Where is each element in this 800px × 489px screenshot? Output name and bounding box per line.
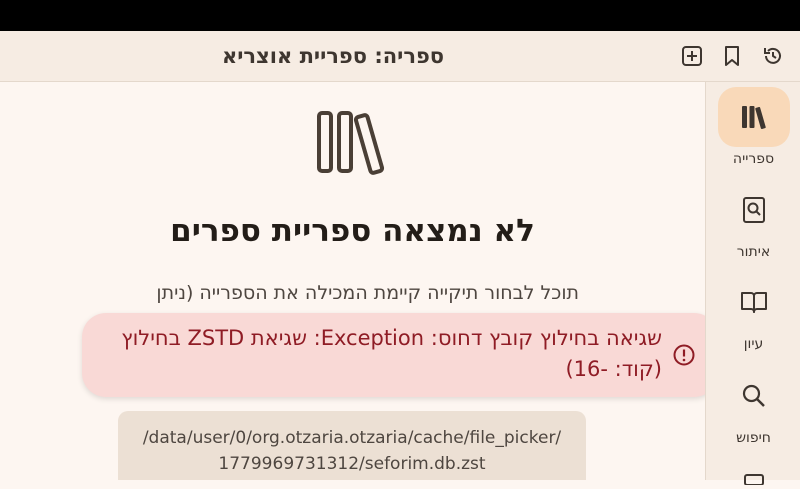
add-button[interactable] xyxy=(676,40,708,72)
history-icon xyxy=(764,47,781,64)
nav-label-study: עיון xyxy=(743,336,764,352)
file-path-box: /data/user/0/org.otzaria.otzaria/cache/f… xyxy=(118,411,586,480)
nav-item-search[interactable]: חיפוש xyxy=(706,366,800,446)
find-book-icon xyxy=(742,197,765,223)
app-bar: ספריה: ספריית אוצריא xyxy=(0,31,800,82)
empty-library-heading: לא נמצאה ספריית ספרים xyxy=(170,213,535,249)
nav-label-search: חיפוש xyxy=(736,430,771,446)
error-snackbar: שגיאה בחילוץ קובץ דחוס: Exception: שגיאת… xyxy=(82,313,718,397)
bookmark-button[interactable] xyxy=(716,40,748,72)
nav-item-study[interactable]: עיון xyxy=(706,272,800,352)
nav-item-find[interactable]: איתור xyxy=(706,180,800,260)
error-icon xyxy=(673,344,695,366)
library-icon xyxy=(317,111,385,175)
file-path-text: /data/user/0/org.otzaria.otzaria/cache/f… xyxy=(142,428,562,474)
more-icon xyxy=(743,474,764,486)
nav-pill-find xyxy=(718,180,790,240)
nav-pill-library xyxy=(717,87,790,147)
page-title: ספריה: ספריית אוצריא xyxy=(221,44,445,68)
add-icon xyxy=(682,46,702,66)
status-bar xyxy=(0,0,800,31)
library-icon xyxy=(741,106,766,130)
open-book-icon xyxy=(740,292,767,313)
main-content: לא נמצאה ספריית ספרים תוכל לבחור תיקייה … xyxy=(0,82,705,480)
nav-label-library: ספרייה xyxy=(732,151,775,167)
error-message: שגיאה בחילוץ קובץ דחוס: Exception: שגיאת… xyxy=(121,326,662,381)
history-button[interactable] xyxy=(757,40,789,72)
navigation-rail: ספרייה איתור עיון חיפוש xyxy=(705,82,800,486)
search-icon xyxy=(742,384,765,407)
nav-label-find: איתור xyxy=(736,244,771,260)
nav-item-library[interactable]: ספרייה xyxy=(706,87,800,167)
bookmark-icon xyxy=(725,46,739,66)
nav-pill-search xyxy=(718,366,790,426)
empty-library-description: תוכל לבחור תיקייה קיימת המכילה את הספריי… xyxy=(156,282,579,304)
nav-pill-study xyxy=(718,272,790,332)
